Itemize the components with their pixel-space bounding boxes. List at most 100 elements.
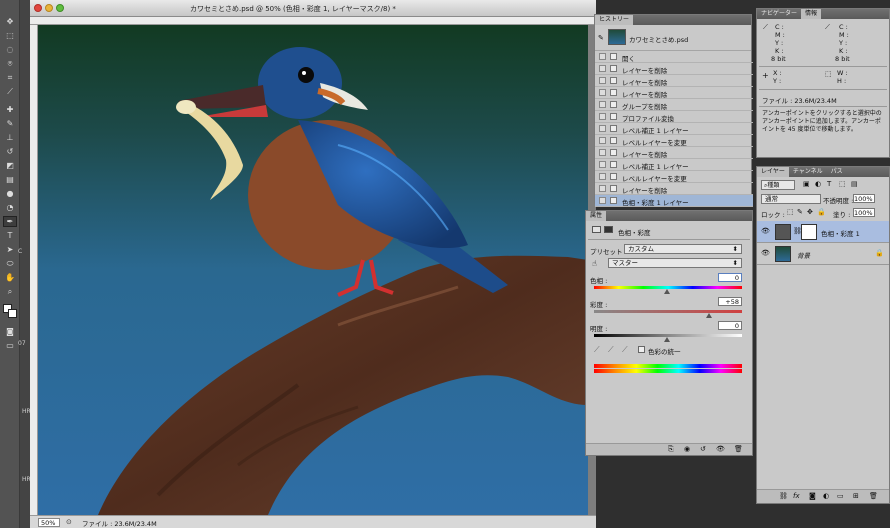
- saturation-slider[interactable]: [594, 310, 742, 313]
- layer-filter-select[interactable]: ⌕種類: [761, 180, 795, 190]
- history-item[interactable]: レイヤーを削除: [595, 147, 753, 159]
- view-previous-icon[interactable]: ◉: [684, 445, 690, 453]
- new-layer-icon[interactable]: ⊞: [853, 492, 859, 500]
- history-item[interactable]: レイヤーを削除: [595, 75, 753, 87]
- brush-tool-icon[interactable]: ✎: [3, 118, 17, 129]
- eyedropper-icon[interactable]: ⟋: [594, 345, 600, 355]
- eyedropper-plus-icon[interactable]: ⟋: [608, 345, 614, 355]
- marquee-tool-icon[interactable]: ⬚: [3, 30, 17, 41]
- history-item[interactable]: レベル補正 1 レイヤー: [595, 159, 753, 171]
- lock-all-icon[interactable]: 🔒: [817, 208, 826, 216]
- lock-position-icon[interactable]: ✥: [807, 208, 813, 216]
- dodge-tool-icon[interactable]: ◔: [3, 202, 17, 213]
- history-item[interactable]: レベルレイヤーを変更: [595, 171, 753, 183]
- history-step-icon: [610, 77, 617, 84]
- folder-icon[interactable]: ▭: [837, 492, 844, 500]
- colorize-checkbox[interactable]: [638, 346, 645, 353]
- screen-mode-icon[interactable]: ▭: [3, 340, 17, 351]
- quick-select-tool-icon[interactable]: ⍟: [3, 58, 17, 69]
- fx-icon[interactable]: fx: [793, 492, 800, 500]
- preset-select[interactable]: カスタム ⬍: [624, 244, 742, 254]
- crop-tool-icon[interactable]: ⌗: [3, 72, 17, 83]
- filter-smart-icon[interactable]: ▤: [851, 180, 858, 188]
- tab-paths[interactable]: パス: [827, 167, 847, 177]
- history-item[interactable]: レイヤーを削除: [595, 87, 753, 99]
- history-item-current[interactable]: 色相・彩度 1 レイヤー: [595, 195, 753, 207]
- lightness-slider-knob[interactable]: [664, 337, 670, 342]
- eyedropper-tool-icon[interactable]: ⟋: [3, 86, 17, 97]
- mask-thumbnail[interactable]: [801, 224, 817, 240]
- info-k2: K :: [839, 47, 848, 55]
- tab-properties[interactable]: 属性: [586, 211, 607, 221]
- stamp-tool-icon[interactable]: ⊥: [3, 132, 17, 143]
- trash-icon[interactable]: 🗑: [734, 445, 743, 453]
- channel-select[interactable]: マスター ⬍: [608, 258, 742, 268]
- lock-pixels-icon[interactable]: ✎: [797, 208, 803, 216]
- tab-history[interactable]: ヒストリー: [595, 15, 634, 25]
- link-layers-icon[interactable]: ⛓: [779, 492, 788, 500]
- adjustment-layer-icon[interactable]: ◐: [823, 492, 829, 500]
- history-step-icon: [610, 173, 617, 180]
- lasso-tool-icon[interactable]: ◌: [3, 44, 17, 55]
- zoom-field[interactable]: 50%: [38, 518, 60, 527]
- tab-layers[interactable]: レイヤー: [757, 167, 789, 177]
- shape-tool-icon[interactable]: ⬭: [3, 258, 17, 269]
- minimize-icon[interactable]: [45, 4, 53, 12]
- visibility-eye-icon[interactable]: 👁: [761, 227, 770, 235]
- tab-navigator[interactable]: ナビゲーター: [757, 9, 801, 19]
- layer-row[interactable]: 👁 背景 🔒: [757, 243, 889, 265]
- fill-field[interactable]: 100%: [853, 208, 875, 217]
- history-item[interactable]: レイヤーを削除: [595, 63, 753, 75]
- path-select-tool-icon[interactable]: ➤: [3, 244, 17, 255]
- visibility-eye-icon[interactable]: 👁: [761, 249, 770, 257]
- filter-shape-icon[interactable]: ⬚: [839, 180, 846, 188]
- zoom-window-icon[interactable]: [56, 4, 64, 12]
- healing-tool-icon[interactable]: ✚: [3, 104, 17, 115]
- quick-mask-icon[interactable]: ◙: [3, 326, 17, 337]
- type-tool-icon[interactable]: T: [3, 230, 17, 241]
- layer-row[interactable]: 👁 ⛓ 色相・彩度 1: [757, 221, 889, 243]
- reset-icon[interactable]: ↺: [700, 445, 706, 453]
- gradient-tool-icon[interactable]: ▤: [3, 174, 17, 185]
- hue-slider-knob[interactable]: [664, 289, 670, 294]
- adjustment-layer-icon[interactable]: [592, 226, 601, 233]
- background-color-swatch[interactable]: [8, 309, 17, 318]
- history-item[interactable]: 開く: [595, 51, 753, 63]
- history-brush-tool-icon[interactable]: ↺: [3, 146, 17, 157]
- eyedropper-minus-icon[interactable]: ⟋: [622, 345, 628, 355]
- visibility-icon[interactable]: 👁: [716, 445, 725, 453]
- filter-pixel-icon[interactable]: ▣: [803, 180, 810, 188]
- tab-channels[interactable]: チャンネル: [789, 167, 827, 177]
- clip-icon[interactable]: ⎘: [668, 445, 674, 454]
- close-icon[interactable]: [34, 4, 42, 12]
- lightness-field[interactable]: 0: [718, 321, 742, 330]
- mask-icon[interactable]: [604, 226, 613, 233]
- saturation-field[interactable]: +58: [718, 297, 742, 306]
- saturation-slider-knob[interactable]: [706, 313, 712, 318]
- targeted-adjust-icon[interactable]: ☝: [592, 259, 597, 268]
- history-item[interactable]: レイヤーを削除: [595, 183, 753, 195]
- history-item[interactable]: プロファイル変換: [595, 111, 753, 123]
- photo-canvas[interactable]: [38, 25, 588, 515]
- blend-mode-select[interactable]: 通常: [761, 194, 821, 204]
- document-titlebar[interactable]: カワセミとさめ.psd @ 50% (色相・彩度 1, レイヤーマスク/8) *: [30, 0, 596, 17]
- move-tool-icon[interactable]: ✥: [3, 16, 17, 27]
- trash-icon[interactable]: 🗑: [869, 492, 878, 500]
- hue-field[interactable]: 0: [718, 273, 742, 282]
- filter-adjust-icon[interactable]: ◐: [815, 180, 821, 188]
- lock-transparent-icon[interactable]: ⬚: [787, 208, 794, 216]
- filter-type-icon[interactable]: T: [827, 180, 831, 188]
- history-item[interactable]: グループを削除: [595, 99, 753, 111]
- tab-info[interactable]: 情報: [801, 9, 822, 19]
- add-mask-icon[interactable]: ◙: [809, 492, 816, 500]
- opacity-field[interactable]: 100%: [853, 194, 875, 203]
- history-snapshot[interactable]: ✎ カワセミとさめ.psd: [595, 25, 751, 51]
- zoom-tool-icon[interactable]: ⌕: [3, 286, 17, 297]
- history-item[interactable]: レベル補正 1 レイヤー: [595, 123, 753, 135]
- hand-tool-icon[interactable]: ✋: [3, 272, 17, 283]
- status-menu-icon[interactable]: ⊙: [66, 518, 72, 526]
- eraser-tool-icon[interactable]: ◩: [3, 160, 17, 171]
- history-item[interactable]: レベルレイヤーを変更: [595, 135, 753, 147]
- blur-tool-icon[interactable]: ●: [3, 188, 17, 199]
- pen-tool-icon[interactable]: ✒: [3, 216, 17, 227]
